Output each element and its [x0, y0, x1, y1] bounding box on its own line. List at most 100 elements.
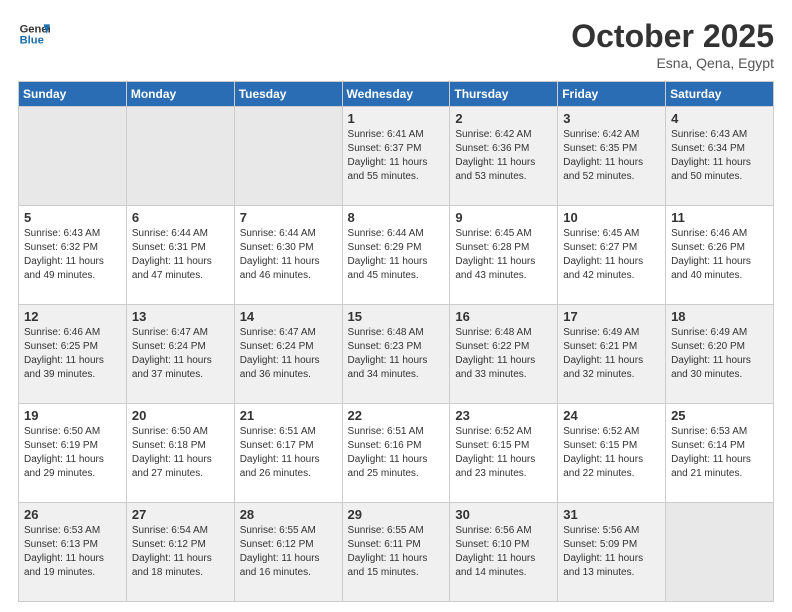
day-number: 4 [671, 111, 768, 126]
day-info: Sunrise: 5:56 AM Sunset: 5:09 PM Dayligh… [563, 524, 660, 580]
day-info: Sunrise: 6:54 AM Sunset: 6:12 PM Dayligh… [132, 524, 229, 580]
calendar-cell: 15 Sunrise: 6:48 AM Sunset: 6:23 PM Dayli… [342, 305, 450, 404]
calendar-cell: 28Sunrise: 6:55 AM Sunset: 6:12 PM Dayli… [234, 503, 342, 602]
svg-text:Blue: Blue [20, 35, 44, 47]
day-info: Sunrise: 6:48 AM Sunset: 6:23 PM Dayligh… [348, 326, 445, 382]
day-number: 23 [455, 408, 552, 423]
calendar-cell: 22Sunrise: 6:51 AM Sunset: 6:16 PM Dayli… [342, 404, 450, 503]
day-number: 19 [24, 408, 121, 423]
calendar-cell [234, 107, 342, 206]
calendar-cell [666, 503, 774, 602]
day-number: 15 [348, 309, 445, 324]
calendar-cell: 29Sunrise: 6:55 AM Sunset: 6:11 PM Dayli… [342, 503, 450, 602]
calendar-cell: 4 Sunrise: 6:43 AM Sunset: 6:34 PM Daylig… [666, 107, 774, 206]
calendar-row: 1 Sunrise: 6:41 AM Sunset: 6:37 PM Daylig… [19, 107, 774, 206]
calendar-cell: 30 Sunrise: 6:56 AM Sunset: 6:10 PM Dayli… [450, 503, 558, 602]
day-info: Sunrise: 6:50 AM Sunset: 6:19 PM Dayligh… [24, 425, 121, 481]
calendar-cell: 7 Sunrise: 6:44 AM Sunset: 6:30 PM Daylig… [234, 206, 342, 305]
day-number: 20 [132, 408, 229, 423]
weekday-header: Sunday [19, 82, 127, 107]
calendar-cell: 18 Sunrise: 6:49 AM Sunset: 6:20 PM Dayli… [666, 305, 774, 404]
calendar-row: 26Sunrise: 6:53 AM Sunset: 6:13 PM Dayli… [19, 503, 774, 602]
page: General Blue October 2025 Esna, Qena, Eg… [0, 0, 792, 612]
day-number: 5 [24, 210, 121, 225]
calendar-row: 5Sunrise: 6:43 AM Sunset: 6:32 PM Daylig… [19, 206, 774, 305]
day-number: 18 [671, 309, 768, 324]
day-info: Sunrise: 6:55 AM Sunset: 6:12 PM Dayligh… [240, 524, 337, 580]
day-number: 6 [132, 210, 229, 225]
calendar-cell: 24Sunrise: 6:52 AM Sunset: 6:15 PM Dayli… [558, 404, 666, 503]
day-info: Sunrise: 6:50 AM Sunset: 6:18 PM Dayligh… [132, 425, 229, 481]
calendar-cell: 11Sunrise: 6:46 AM Sunset: 6:26 PM Dayli… [666, 206, 774, 305]
calendar-cell: 20 Sunrise: 6:50 AM Sunset: 6:18 PM Dayli… [126, 404, 234, 503]
day-number: 31 [563, 507, 660, 522]
day-info: Sunrise: 6:52 AM Sunset: 6:15 PM Dayligh… [563, 425, 660, 481]
logo: General Blue [18, 18, 50, 50]
month-title: October 2025 [571, 18, 774, 55]
day-info: Sunrise: 6:48 AM Sunset: 6:22 PM Dayligh… [455, 326, 552, 382]
calendar-cell: 19 Sunrise: 6:50 AM Sunset: 6:19 PM Dayli… [19, 404, 127, 503]
day-number: 3 [563, 111, 660, 126]
calendar-cell: 13Sunrise: 6:47 AM Sunset: 6:24 PM Dayli… [126, 305, 234, 404]
weekday-header-row: SundayMondayTuesdayWednesdayThursdayFrid… [19, 82, 774, 107]
day-info: Sunrise: 6:44 AM Sunset: 6:29 PM Dayligh… [348, 227, 445, 283]
calendar-cell: 14 Sunrise: 6:47 AM Sunset: 6:24 PM Dayli… [234, 305, 342, 404]
calendar-cell: 6 Sunrise: 6:44 AM Sunset: 6:31 PM Daylig… [126, 206, 234, 305]
day-info: Sunrise: 6:49 AM Sunset: 6:20 PM Dayligh… [671, 326, 768, 382]
day-info: Sunrise: 6:52 AM Sunset: 6:15 PM Dayligh… [455, 425, 552, 481]
weekday-header: Tuesday [234, 82, 342, 107]
calendar-cell: 23 Sunrise: 6:52 AM Sunset: 6:15 PM Dayli… [450, 404, 558, 503]
day-number: 9 [455, 210, 552, 225]
day-info: Sunrise: 6:46 AM Sunset: 6:26 PM Dayligh… [671, 227, 768, 283]
day-number: 8 [348, 210, 445, 225]
day-number: 7 [240, 210, 337, 225]
day-info: Sunrise: 6:49 AM Sunset: 6:21 PM Dayligh… [563, 326, 660, 382]
day-number: 17 [563, 309, 660, 324]
calendar-table: SundayMondayTuesdayWednesdayThursdayFrid… [18, 81, 774, 602]
calendar-cell: 17 Sunrise: 6:49 AM Sunset: 6:21 PM Dayli… [558, 305, 666, 404]
header: General Blue October 2025 Esna, Qena, Eg… [18, 18, 774, 71]
day-info: Sunrise: 6:42 AM Sunset: 6:36 PM Dayligh… [455, 128, 552, 184]
day-info: Sunrise: 6:45 AM Sunset: 6:28 PM Dayligh… [455, 227, 552, 283]
day-info: Sunrise: 6:47 AM Sunset: 6:24 PM Dayligh… [240, 326, 337, 382]
calendar-cell: 2Sunrise: 6:42 AM Sunset: 6:36 PM Daylig… [450, 107, 558, 206]
calendar-cell: 1 Sunrise: 6:41 AM Sunset: 6:37 PM Daylig… [342, 107, 450, 206]
calendar-row: 19 Sunrise: 6:50 AM Sunset: 6:19 PM Dayli… [19, 404, 774, 503]
calendar-row: 12Sunrise: 6:46 AM Sunset: 6:25 PM Dayli… [19, 305, 774, 404]
calendar-cell: 26Sunrise: 6:53 AM Sunset: 6:13 PM Dayli… [19, 503, 127, 602]
calendar-cell: 27 Sunrise: 6:54 AM Sunset: 6:12 PM Dayli… [126, 503, 234, 602]
weekday-header: Friday [558, 82, 666, 107]
day-number: 12 [24, 309, 121, 324]
day-number: 1 [348, 111, 445, 126]
day-info: Sunrise: 6:53 AM Sunset: 6:14 PM Dayligh… [671, 425, 768, 481]
calendar-cell: 16Sunrise: 6:48 AM Sunset: 6:22 PM Dayli… [450, 305, 558, 404]
day-number: 13 [132, 309, 229, 324]
day-number: 14 [240, 309, 337, 324]
day-info: Sunrise: 6:41 AM Sunset: 6:37 PM Dayligh… [348, 128, 445, 184]
day-number: 21 [240, 408, 337, 423]
calendar-cell: 31 Sunrise: 5:56 AM Sunset: 5:09 PM Dayli… [558, 503, 666, 602]
day-number: 10 [563, 210, 660, 225]
calendar-cell: 12Sunrise: 6:46 AM Sunset: 6:25 PM Dayli… [19, 305, 127, 404]
day-number: 22 [348, 408, 445, 423]
calendar-cell: 10 Sunrise: 6:45 AM Sunset: 6:27 PM Dayli… [558, 206, 666, 305]
day-info: Sunrise: 6:56 AM Sunset: 6:10 PM Dayligh… [455, 524, 552, 580]
day-number: 26 [24, 507, 121, 522]
calendar-cell: 21 Sunrise: 6:51 AM Sunset: 6:17 PM Dayli… [234, 404, 342, 503]
day-number: 30 [455, 507, 552, 522]
day-info: Sunrise: 6:45 AM Sunset: 6:27 PM Dayligh… [563, 227, 660, 283]
calendar-cell [126, 107, 234, 206]
logo-icon: General Blue [18, 18, 50, 50]
day-info: Sunrise: 6:42 AM Sunset: 6:35 PM Dayligh… [563, 128, 660, 184]
location: Esna, Qena, Egypt [571, 55, 774, 71]
weekday-header: Wednesday [342, 82, 450, 107]
day-info: Sunrise: 6:51 AM Sunset: 6:17 PM Dayligh… [240, 425, 337, 481]
weekday-header: Monday [126, 82, 234, 107]
weekday-header: Saturday [666, 82, 774, 107]
day-info: Sunrise: 6:44 AM Sunset: 6:31 PM Dayligh… [132, 227, 229, 283]
day-info: Sunrise: 6:44 AM Sunset: 6:30 PM Dayligh… [240, 227, 337, 283]
calendar-cell [19, 107, 127, 206]
day-info: Sunrise: 6:55 AM Sunset: 6:11 PM Dayligh… [348, 524, 445, 580]
day-number: 27 [132, 507, 229, 522]
day-info: Sunrise: 6:43 AM Sunset: 6:34 PM Dayligh… [671, 128, 768, 184]
